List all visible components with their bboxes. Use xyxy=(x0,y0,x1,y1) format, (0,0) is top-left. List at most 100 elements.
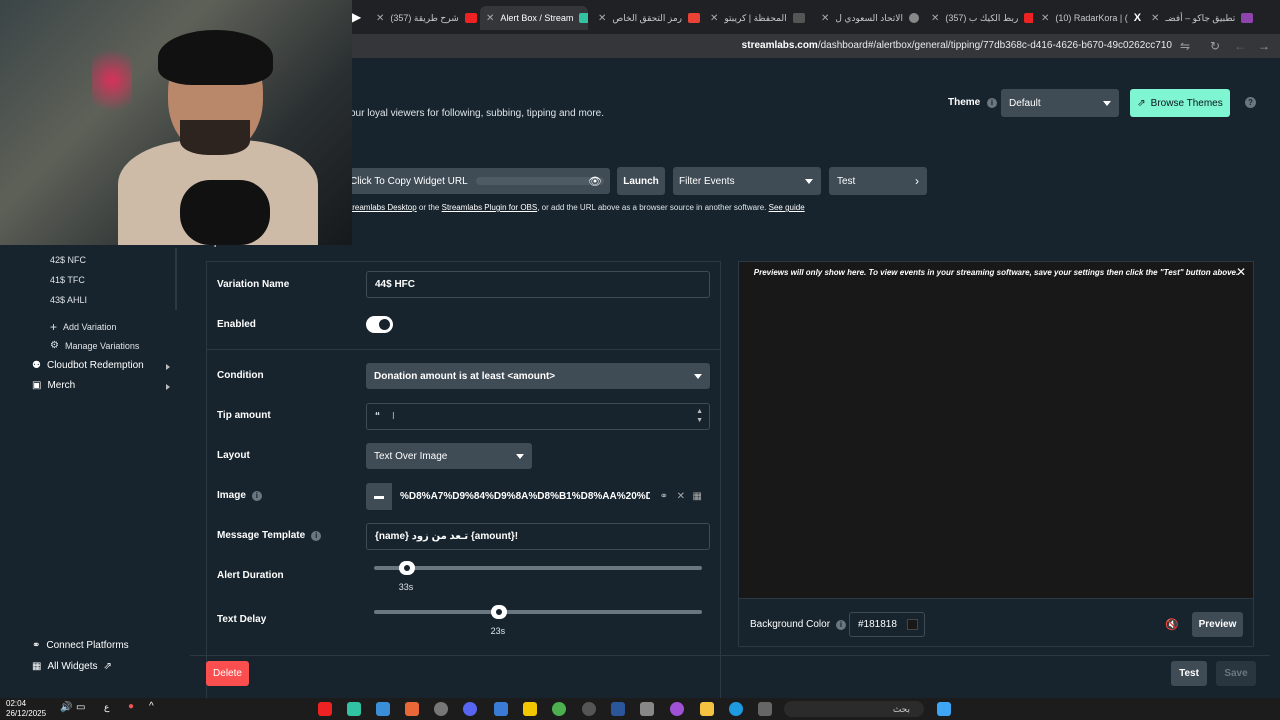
browser-tab-7[interactable]: ✕ (10) RadarKora | ( X xyxy=(1035,6,1143,30)
sidebar-variation-42-nfc[interactable]: 42$ NFC xyxy=(50,255,86,265)
streamlabs-desktop-link[interactable]: treamlabs Desktop xyxy=(350,203,417,212)
sidebar-variation-43-ahli[interactable]: 43$ AHLI xyxy=(50,295,87,305)
copy-widget-url-field[interactable]: Click To Copy Widget URL 👁 xyxy=(350,168,610,194)
sidebar-item-cloudbot[interactable]: ⚉ Cloudbot Redemption xyxy=(32,360,144,371)
variation-name-input[interactable]: 44$ HFC xyxy=(366,271,710,298)
app-icon[interactable] xyxy=(582,702,596,716)
forward-icon[interactable]: → xyxy=(1258,39,1270,53)
filter-events-select[interactable]: Filter Events xyxy=(673,167,821,195)
reload-icon[interactable]: ↻ xyxy=(1210,39,1220,53)
color-swatch[interactable] xyxy=(907,619,918,630)
info-icon[interactable]: i xyxy=(311,530,322,541)
save-button[interactable]: Save xyxy=(1216,661,1256,686)
tab-close-icon[interactable]: ✕ xyxy=(1151,13,1159,24)
app-icon[interactable] xyxy=(405,702,419,716)
system-clock[interactable]: 02:04 26/12/2025 xyxy=(6,699,46,719)
browser-tab-1[interactable]: ✕ شرح طريقة (357) xyxy=(370,6,478,30)
label-text: Variation Name xyxy=(217,279,290,290)
theme-select[interactable]: Default xyxy=(1001,89,1119,117)
obs-plugin-link[interactable]: Streamlabs Plugin for OBS xyxy=(442,203,538,212)
close-icon[interactable]: ✕ xyxy=(1236,265,1246,279)
preview-button[interactable]: Preview xyxy=(1192,612,1243,637)
edge-icon[interactable] xyxy=(729,702,743,716)
browser-tab-2[interactable]: ✕ Alert Box / Stream xyxy=(480,6,588,30)
tab-close-icon[interactable]: ✕ xyxy=(1041,13,1049,24)
tab-close-icon[interactable]: ✕ xyxy=(931,13,939,24)
browse-themes-button[interactable]: ⇗ Browse Themes xyxy=(1130,89,1230,117)
copilot-icon[interactable] xyxy=(670,702,684,716)
windows-start-icon[interactable] xyxy=(937,702,951,716)
monitor-icon[interactable]: ▭ xyxy=(76,702,85,713)
browse-themes-label: Browse Themes xyxy=(1150,97,1223,109)
app-icon[interactable] xyxy=(640,702,654,716)
sidebar-item-connect-platforms[interactable]: ⚭ Connect Platforms xyxy=(32,640,129,651)
image-input[interactable]: ▬ %D8%A7%D9%84%D9%8A%D8%B1%D8%AA%20%D8%A… xyxy=(366,483,710,510)
manage-variations-button[interactable]: ⚙ Manage Variations xyxy=(50,340,139,351)
browser-tab-4[interactable]: ✕ المحفظة | كريبتو xyxy=(704,6,812,30)
browser-tab-6[interactable]: ✕ ربط الكيك ب (357) xyxy=(925,6,1033,30)
sidebar-variation-41-tfc[interactable]: 41$ TFC xyxy=(50,275,85,285)
add-variation-button[interactable]: + Add Variation xyxy=(50,320,116,334)
alert-duration-slider[interactable] xyxy=(374,561,702,575)
mute-icon[interactable]: 🔇 xyxy=(1165,618,1179,631)
tab-scroll-icon[interactable]: ▶ xyxy=(352,10,361,24)
app-icon[interactable] xyxy=(611,702,625,716)
back-icon[interactable]: ← xyxy=(1234,39,1246,53)
clear-icon[interactable]: ✕ xyxy=(677,491,685,502)
see-guide-link[interactable]: See guide xyxy=(769,203,805,212)
app-icon[interactable] xyxy=(758,702,772,716)
guide-text-1: or the xyxy=(416,203,442,212)
browser-tab-8[interactable]: ✕ تطبيق جاكو – أفضـ xyxy=(1145,6,1253,30)
app-icon[interactable] xyxy=(318,702,332,716)
language-indicator[interactable]: ع xyxy=(104,702,109,713)
help-icon[interactable]: ? xyxy=(1245,97,1256,108)
tab-close-icon[interactable]: ✕ xyxy=(486,13,494,24)
file-explorer-icon[interactable] xyxy=(700,702,714,716)
text-delay-label: Text Delay xyxy=(217,614,266,625)
chrome-icon[interactable] xyxy=(552,702,566,716)
tab-close-icon[interactable]: ✕ xyxy=(598,13,606,24)
volume-icon[interactable]: 🔊 xyxy=(60,702,72,713)
tab-close-icon[interactable]: ✕ xyxy=(710,13,718,24)
delete-button[interactable]: Delete xyxy=(206,661,249,686)
grid-icon[interactable]: ▦ xyxy=(693,491,702,502)
browser-tab-5[interactable]: ✕ الاتحاد السعودي ل xyxy=(815,6,923,30)
info-icon[interactable]: i xyxy=(251,490,262,501)
stepper-icon[interactable]: ▲ ▼ xyxy=(696,407,703,425)
layout-select[interactable]: Text Over Image xyxy=(366,443,532,469)
eye-icon[interactable]: 👁 xyxy=(588,175,602,188)
enabled-toggle[interactable] xyxy=(366,316,393,333)
site-settings-icon[interactable]: ⇋ xyxy=(1180,39,1190,53)
message-template-input[interactable]: {name} تـعد من زود {amount}! xyxy=(366,523,710,550)
browser-tab-3[interactable]: ✕ رمز التحقق الخاص xyxy=(592,6,704,30)
tab-close-icon[interactable]: ✕ xyxy=(821,13,829,24)
copy-url-label: Click To Copy Widget URL xyxy=(350,175,468,187)
sidebar-item-merch[interactable]: ▣ Merch xyxy=(32,380,75,391)
chevron-up-icon[interactable]: ^ xyxy=(149,701,154,712)
condition-select[interactable]: Donation amount is at least <amount> xyxy=(366,363,710,389)
folder-icon[interactable]: ▬ xyxy=(366,483,392,510)
obs-guide-text: treamlabs Desktop or the Streamlabs Plug… xyxy=(350,203,805,212)
text-delay-slider[interactable] xyxy=(374,605,702,619)
app-icon[interactable] xyxy=(347,702,361,716)
photos-icon[interactable] xyxy=(376,702,390,716)
background-color-input[interactable]: #181818 xyxy=(849,612,925,637)
tab-close-icon[interactable]: ✕ xyxy=(376,13,384,24)
app-icon[interactable] xyxy=(523,702,537,716)
info-icon[interactable]: i xyxy=(836,619,847,630)
taskbar-search[interactable]: بحث xyxy=(784,701,924,717)
notes-icon[interactable] xyxy=(494,702,508,716)
sidebar-item-all-widgets[interactable]: ▦ All Widgets ⇗ xyxy=(32,661,112,672)
info-icon[interactable]: i xyxy=(987,98,998,108)
microphone-icon[interactable]: ● xyxy=(128,701,134,712)
discord-icon[interactable] xyxy=(463,702,477,716)
tip-amount-input[interactable]: “ I ▲ ▼ xyxy=(366,403,710,430)
slider-handle[interactable] xyxy=(398,561,415,575)
link-icon[interactable]: ⚭ xyxy=(660,491,668,502)
test-button[interactable]: Test xyxy=(1171,661,1207,686)
slider-handle[interactable] xyxy=(490,605,507,619)
url-text[interactable]: streamlabs.com/dashboard#/alertbox/gener… xyxy=(742,40,1172,51)
test-menu-button[interactable]: Test › xyxy=(829,167,927,195)
launch-button[interactable]: Launch xyxy=(617,167,665,195)
settings-icon[interactable] xyxy=(434,702,448,716)
